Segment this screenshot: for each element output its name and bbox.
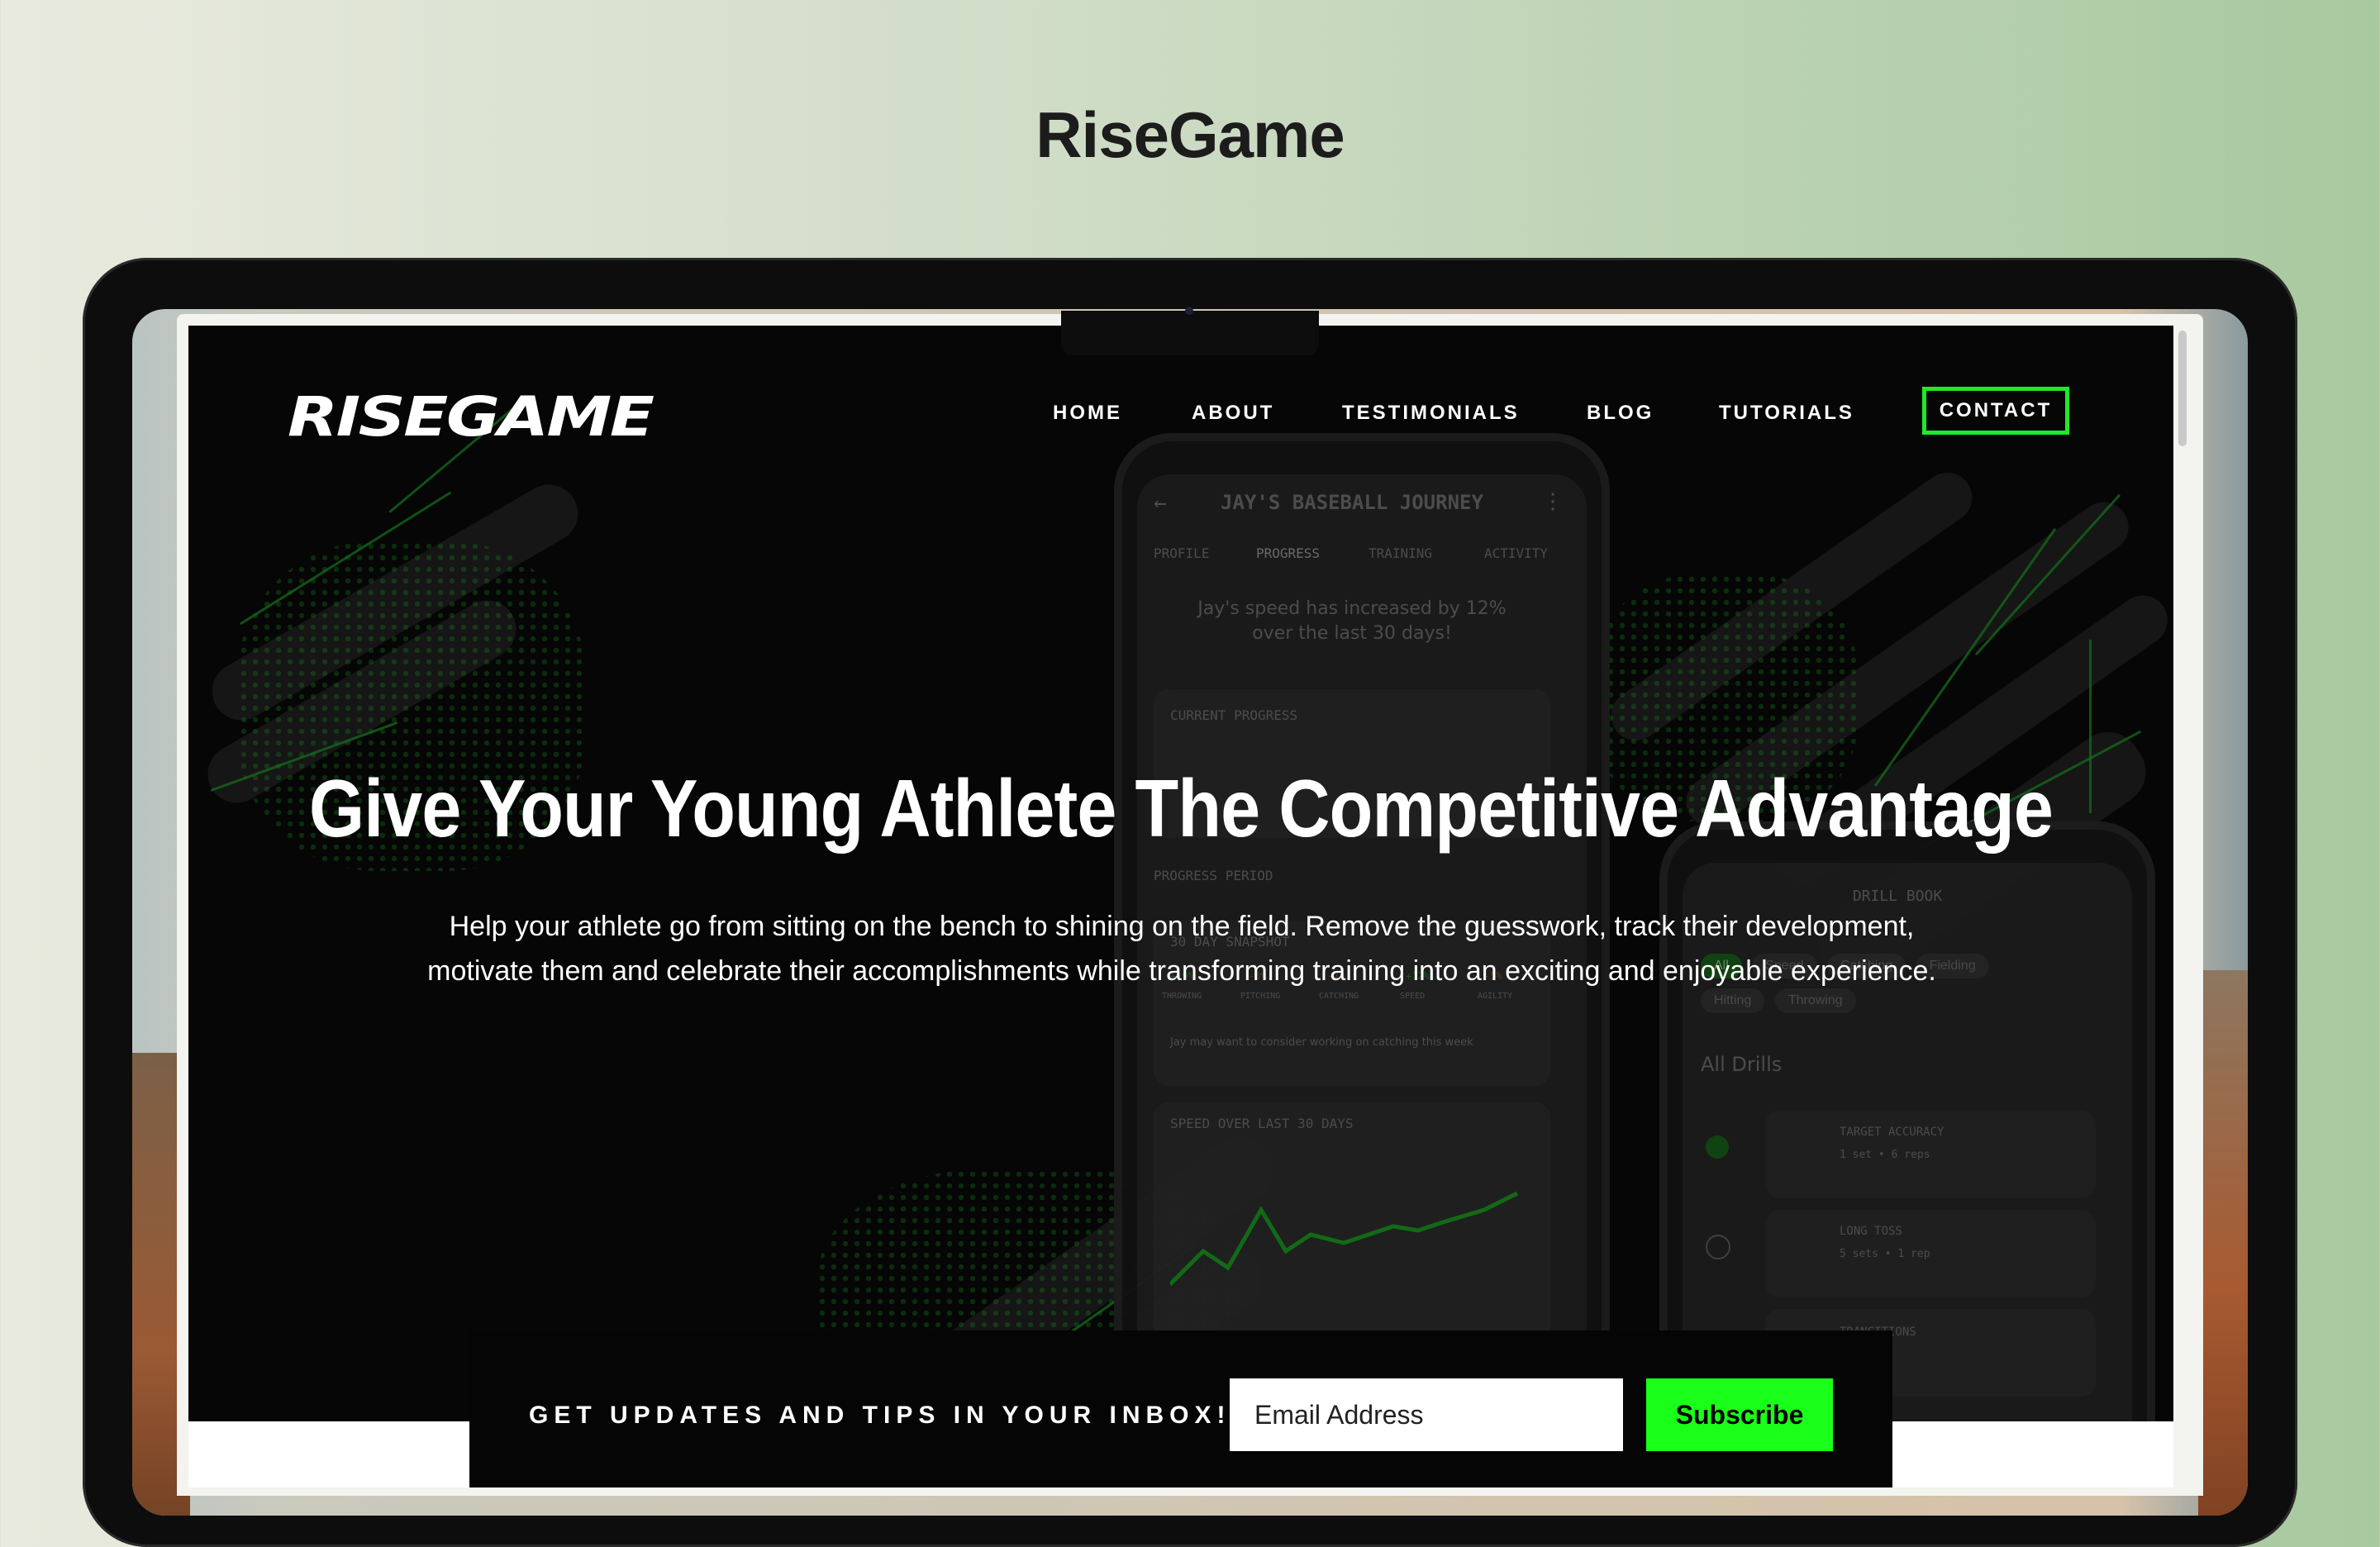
nav-tutorials[interactable]: TUTORIALS <box>1719 402 1854 425</box>
camera-icon <box>1185 307 1193 315</box>
hero-subtitle-line2: motivate them and celebrate their accomp… <box>427 955 1936 987</box>
hero-subtitle-line1: Help your athlete go from sitting on the… <box>449 911 1915 942</box>
nav-about[interactable]: ABOUT <box>1192 402 1274 425</box>
hero-subtitle: Help your athlete go from sitting on the… <box>331 904 2033 993</box>
subscribe-button[interactable]: Subscribe <box>1646 1378 1833 1451</box>
nav-home[interactable]: HOME <box>1053 402 1122 425</box>
page-heading: RiseGame <box>1035 98 1345 171</box>
wallpaper-desert-right <box>2198 970 2248 1516</box>
hero-title: Give Your Young Athlete The Competitive … <box>308 763 2054 854</box>
nav-contact-button[interactable]: CONTACT <box>1922 387 2069 435</box>
email-input[interactable] <box>1230 1378 1623 1451</box>
site-logo[interactable]: RISEGAME <box>288 385 654 449</box>
laptop-notch <box>1061 311 1319 355</box>
newsletter-label: GET UPDATES AND TIPS IN YOUR INBOX! <box>529 1402 1231 1429</box>
nav-blog[interactable]: BLOG <box>1587 402 1654 425</box>
hero-dim-overlay <box>188 326 2173 1421</box>
nav-testimonials[interactable]: TESTIMONIALS <box>1342 402 1520 425</box>
scrollbar-track[interactable] <box>2173 326 2192 1488</box>
scrollbar-thumb[interactable] <box>2178 331 2187 446</box>
